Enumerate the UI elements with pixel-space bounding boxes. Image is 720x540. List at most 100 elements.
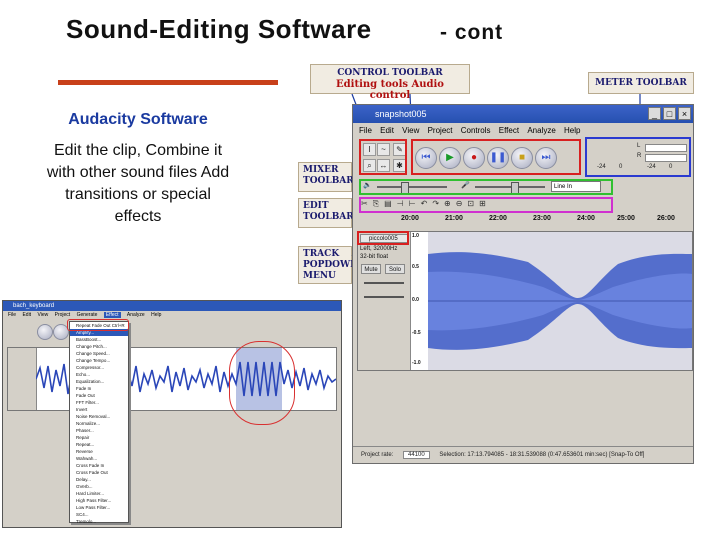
menu-edit[interactable]: Edit <box>380 126 394 135</box>
fit-icon[interactable]: ⊡ <box>467 199 479 208</box>
undo-icon[interactable]: ↶ <box>421 199 433 208</box>
trim-icon[interactable]: ⊣ <box>397 199 409 208</box>
effect-menu-item[interactable]: Low Pass Filter... <box>70 504 128 511</box>
paste-icon[interactable]: ▤ <box>384 199 397 208</box>
selection-tool-icon[interactable]: I <box>363 143 376 156</box>
zoom-fit-icon[interactable]: ⊞ <box>479 199 491 208</box>
play-button[interactable] <box>37 324 53 340</box>
effect-menu-item[interactable]: Repeat... <box>70 441 128 448</box>
output-meter[interactable] <box>645 144 687 152</box>
effect-menu-item[interactable]: Reverse <box>70 448 128 455</box>
effect-menu-item[interactable]: BassBoost... <box>70 336 128 343</box>
menu-edit[interactable]: Edit <box>22 312 31 318</box>
play-button[interactable]: ▶ <box>439 147 461 169</box>
menu-generate[interactable]: Generate <box>77 312 98 318</box>
zoom-in-icon[interactable]: ⊕ <box>444 199 456 208</box>
effect-menu-item[interactable]: FFT Filter... <box>70 399 128 406</box>
input-volume-thumb[interactable] <box>511 182 519 194</box>
input-meter[interactable] <box>645 154 687 162</box>
ruler-tick-label: 25:00 <box>617 215 635 222</box>
menu-view[interactable]: View <box>37 312 48 318</box>
mixer-toolbar: 🔈 🎤 Line In <box>361 181 611 194</box>
effect-menu-item[interactable]: Change Pitch... <box>70 343 128 350</box>
close-button[interactable]: × <box>678 107 691 120</box>
gain-slider[interactable] <box>364 282 404 284</box>
effect-menu-item[interactable]: Phaser... <box>70 427 128 434</box>
menu-effect[interactable]: Effect <box>103 312 121 318</box>
menu-project[interactable]: Project <box>55 312 71 318</box>
envelope-tool-icon[interactable]: ~ <box>377 143 390 156</box>
effect-menu-item[interactable]: GVerb... <box>70 483 128 490</box>
mute-button[interactable]: Mute <box>361 264 381 274</box>
menu-view[interactable]: View <box>402 126 419 135</box>
effect-menu-item[interactable]: Normalize... <box>70 420 128 427</box>
silence-icon[interactable]: ⊢ <box>409 199 421 208</box>
menu-help[interactable]: Help <box>564 126 580 135</box>
menu-help[interactable]: Help <box>151 312 161 318</box>
timeshift-tool-icon[interactable]: ↔ <box>377 159 390 172</box>
skip-end-button[interactable]: ⏭ <box>535 147 557 169</box>
menu-controls[interactable]: Controls <box>461 126 491 135</box>
effect-menu-item[interactable]: Echo... <box>70 371 128 378</box>
effect-menu-item[interactable]: Repair <box>70 434 128 441</box>
amplitude-scale: 1.0 0.5 0.0 -0.5 -1.0 <box>412 232 428 370</box>
output-volume-thumb[interactable] <box>401 182 409 194</box>
meter-toolbar: L R -24 0 -24 0 <box>585 141 689 175</box>
effect-menu-item[interactable]: Hard Limiter... <box>70 490 128 497</box>
effect-menu-item[interactable]: SC4... <box>70 511 128 518</box>
solo-button[interactable]: Solo <box>385 264 405 274</box>
effect-menu-item[interactable]: Change Speed... <box>70 350 128 357</box>
cut-icon[interactable]: ✂ <box>361 199 373 208</box>
track-name-dropdown[interactable]: piccolo005 <box>360 234 408 243</box>
scale-label: 0.0 <box>412 297 419 303</box>
selection-status: Selection: 17:13.794085 - 18:31.539088 (… <box>439 452 645 458</box>
skip-start-button[interactable]: ⏮ <box>415 147 437 169</box>
multi-tool-icon[interactable]: ✱ <box>393 159 406 172</box>
project-rate-select[interactable]: 44100 <box>403 451 430 459</box>
waveform[interactable] <box>428 232 692 370</box>
maximize-button[interactable]: □ <box>663 107 676 120</box>
effect-menu-item[interactable]: Fade In <box>70 385 128 392</box>
stop-button[interactable] <box>53 324 69 340</box>
skip-end-icon: ⏭ <box>541 152 551 163</box>
effect-menu-item[interactable]: Repeat Fade Out Ctrl+R <box>70 322 128 329</box>
effect-menu-item[interactable]: Delay... <box>70 476 128 483</box>
pan-slider[interactable] <box>364 296 404 298</box>
effect-menu-item[interactable]: Tremolo... <box>70 518 128 525</box>
zoom-tool-icon[interactable]: ⌕ <box>363 159 376 172</box>
effect-menu-item[interactable]: Equalization... <box>70 378 128 385</box>
menu-effect[interactable]: Effect <box>499 126 519 135</box>
effect-menu-item[interactable]: Fade Out <box>70 392 128 399</box>
menu-file[interactable]: File <box>359 126 372 135</box>
effect-menu-item[interactable]: Cross Fade In <box>70 462 128 469</box>
scale-label: -0.5 <box>412 330 421 336</box>
effect-menu-item[interactable]: Invert <box>70 406 128 413</box>
menu-project[interactable]: Project <box>428 126 453 135</box>
meter-tick: -24 <box>597 164 606 170</box>
timeline-ruler[interactable]: 20:00 21:00 22:00 23:00 24:00 25:00 26:0… <box>401 215 691 227</box>
stop-button[interactable]: ■ <box>511 147 533 169</box>
zoom-out-icon[interactable]: ⊖ <box>456 199 468 208</box>
effect-menu-item[interactable]: High Pass Filter... <box>70 497 128 504</box>
effect-menu-item[interactable]: Wahwah... <box>70 455 128 462</box>
menu-file[interactable]: File <box>8 312 16 318</box>
record-button[interactable]: ● <box>463 147 485 169</box>
meter-tick: 0 <box>619 164 623 170</box>
menu-analyze[interactable]: Analyze <box>127 312 145 318</box>
draw-tool-icon[interactable]: ✎ <box>393 143 406 156</box>
effect-menu-item[interactable]: Noise Removal... <box>70 413 128 420</box>
effect-menu-item[interactable]: Cross Fade Out <box>70 469 128 476</box>
pause-button[interactable]: ❚❚ <box>487 147 509 169</box>
copy-icon[interactable]: ⎘ <box>373 199 384 208</box>
input-source-select[interactable]: Line In <box>551 181 601 192</box>
menu-bar: File Edit View Project Generate Effect A… <box>3 311 341 320</box>
redo-icon[interactable]: ↷ <box>432 199 444 208</box>
stop-icon: ■ <box>518 152 526 163</box>
effect-menu-item[interactable]: Change Tempo... <box>70 357 128 364</box>
effect-menu-item[interactable]: Compressor... <box>70 364 128 371</box>
output-volume-slider[interactable] <box>377 186 447 188</box>
menu-analyze[interactable]: Analyze <box>527 126 555 135</box>
input-volume-slider[interactable] <box>475 186 545 188</box>
effect-menu-item[interactable]: Amplify... <box>70 329 128 336</box>
minimize-button[interactable]: _ <box>648 107 661 120</box>
